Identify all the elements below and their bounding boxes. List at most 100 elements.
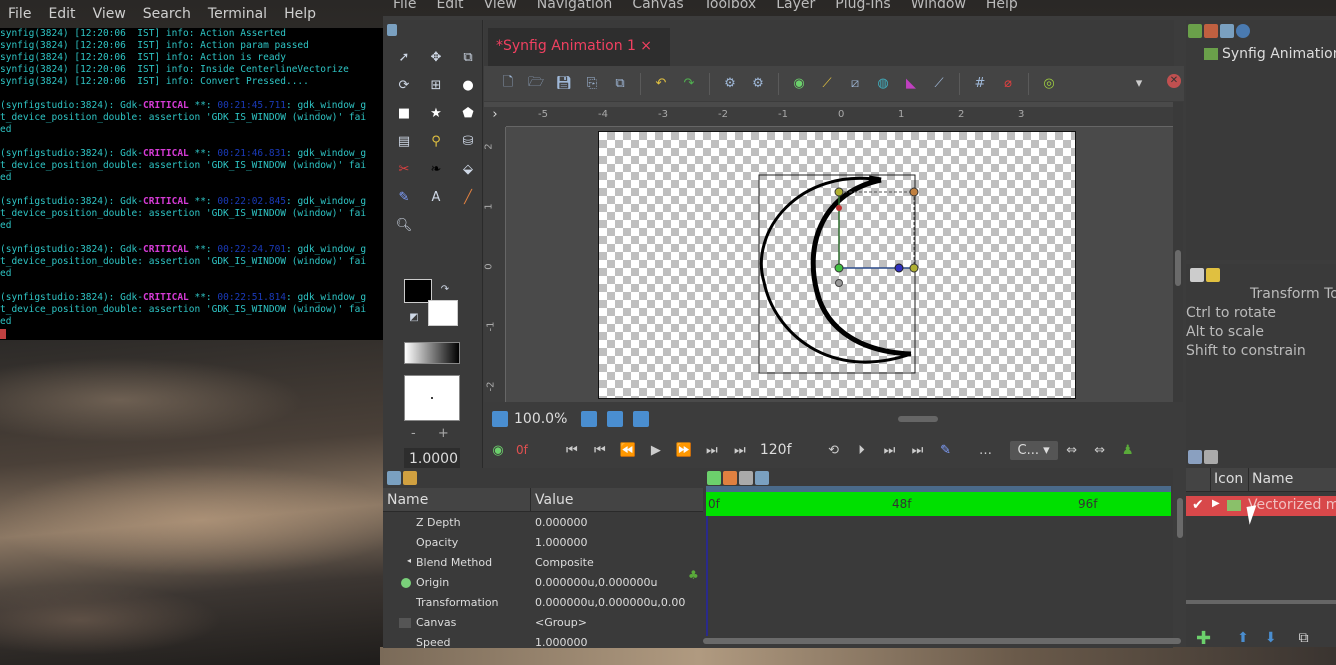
synfig-menu-window[interactable]: Window — [901, 0, 976, 11]
param-row[interactable]: Canvas <Group> — [383, 612, 703, 632]
seek-prev-frame-icon[interactable]: ⏪ — [614, 443, 642, 458]
default-gradient-swatch[interactable] — [404, 342, 460, 364]
timetrack-vertical-scrollbar[interactable] — [1177, 498, 1183, 538]
synfig-menu-layer[interactable]: Layer — [766, 0, 825, 11]
rectangle-tool-icon[interactable]: ■ — [389, 100, 419, 126]
close-document-icon[interactable]: ✕ — [1167, 74, 1181, 88]
layer-expand-icon[interactable]: ▶ — [1212, 498, 1220, 509]
loop-icon[interactable]: ⟲ — [820, 443, 848, 458]
brush-tool-icon[interactable]: ╱ — [453, 184, 483, 210]
synfig-menu-canvas[interactable]: Canvas — [622, 0, 693, 11]
time-cursor[interactable] — [706, 516, 708, 636]
history-icon[interactable] — [1206, 268, 1220, 282]
animation-mode-icon[interactable]: ◉ — [484, 443, 512, 458]
save-icon[interactable]: 💾︎ — [550, 73, 578, 95]
timetrack-horizontal-scrollbar[interactable] — [703, 638, 1181, 644]
sound-icon[interactable] — [755, 471, 769, 485]
draw-tool-icon[interactable]: ✎ — [389, 184, 419, 210]
canvas-workarea[interactable] — [598, 131, 1076, 399]
future-keyframes-lock-icon[interactable]: ⇔ — [1086, 443, 1114, 458]
terminal-menu-edit[interactable]: Edit — [40, 6, 84, 22]
zoom-out-button[interactable] — [492, 411, 508, 427]
synfig-menu-file[interactable]: File — [383, 0, 426, 11]
scale-tool-icon[interactable]: ⧉ — [453, 44, 483, 70]
draw-tool-shortcut-icon[interactable]: ✎ — [932, 443, 960, 458]
add-layer-icon[interactable]: ✚ — [1196, 628, 1211, 649]
toolbox-icon[interactable] — [387, 24, 397, 36]
param-value[interactable]: 1.000000 — [531, 536, 703, 549]
synfig-menu-edit[interactable]: Edit — [426, 0, 473, 11]
synfig-menu-navigation[interactable]: Navigation — [527, 0, 623, 11]
param-value[interactable]: 0.000000u,0.000000u,0.00 — [531, 596, 703, 609]
layer-options-icon[interactable]: ⧉ — [1299, 630, 1309, 646]
seek-end-icon[interactable]: ⏭ — [726, 443, 754, 458]
preview-icon[interactable]: ⚙ — [744, 73, 772, 95]
lower-layer-icon[interactable]: ⬇ — [1265, 630, 1277, 646]
canvas-browser-icon[interactable] — [1188, 24, 1202, 38]
past-keyframes-lock-icon[interactable]: ⇔ — [1058, 443, 1086, 458]
show-width-handles-icon[interactable]: ◣ — [897, 73, 925, 95]
info-icon[interactable] — [1236, 24, 1250, 38]
layers-horizontal-scrollbar[interactable] — [1186, 600, 1336, 604]
circle-tool-icon[interactable]: ● — [453, 72, 483, 98]
params-col-name[interactable]: Name — [383, 488, 531, 511]
param-row[interactable]: ◂ Blend Method Composite — [383, 552, 703, 572]
width-tool-icon[interactable]: ❧ — [421, 156, 451, 182]
polygon-tool-icon[interactable]: ⬟ — [453, 100, 483, 126]
canvas-vertical-scrollbar[interactable] — [1173, 102, 1183, 402]
synfig-menu-view[interactable]: View — [474, 0, 527, 11]
synfig-menu-plugins[interactable]: Plug-Ins — [825, 0, 900, 11]
param-row[interactable]: Opacity 1.000000 — [383, 532, 703, 552]
terminal-menu-search[interactable]: Search — [135, 6, 200, 22]
current-frame-field[interactable]: 0f — [516, 443, 528, 457]
show-tangent-handles-icon[interactable]: ⧄ — [841, 73, 869, 95]
tool-options-icon[interactable] — [1190, 268, 1204, 282]
save-all-icon[interactable]: ⧉ — [606, 73, 634, 95]
compass-icon[interactable] — [1220, 24, 1234, 38]
param-row[interactable]: Z Depth 0.000000 — [383, 512, 703, 532]
swap-colors-icon[interactable]: ↷ — [438, 282, 452, 296]
param-value[interactable]: <Group> — [531, 616, 703, 629]
terminal-menu-terminal[interactable]: Terminal — [200, 6, 276, 22]
seek-prev-keyframe-icon[interactable]: ⏮ — [586, 443, 614, 458]
text-tool-icon[interactable]: A — [421, 184, 451, 210]
sets-icon[interactable] — [1204, 450, 1218, 464]
snap-to-grid-icon[interactable]: ⌀ — [994, 73, 1022, 95]
timetrack-icon[interactable] — [707, 471, 721, 485]
mirror-tool-icon[interactable]: ⊞ — [421, 72, 451, 98]
gradient-tool-icon[interactable]: ▤ — [389, 128, 419, 154]
param-value[interactable]: 0.000000 — [531, 516, 703, 529]
layers-icon[interactable] — [1188, 450, 1202, 464]
curves-icon[interactable] — [723, 471, 737, 485]
layers-col-icon[interactable]: Icon — [1210, 468, 1248, 491]
param-value[interactable]: 1.000000 — [531, 636, 703, 649]
raise-layer-icon[interactable]: ⬆ — [1237, 630, 1249, 646]
params-col-value[interactable]: Value — [531, 488, 577, 511]
terminal-menu-file[interactable]: File — [0, 6, 40, 22]
seek-next-keyframe-icon[interactable]: ⏭ — [698, 443, 726, 458]
show-position-handles-icon[interactable]: ◉ — [785, 73, 813, 95]
canvas-browser-item[interactable]: Synfig Animation — [1204, 46, 1336, 62]
param-value[interactable]: Composite — [531, 556, 703, 569]
layers-col-name[interactable]: Name — [1248, 468, 1296, 491]
new-file-icon[interactable]: 🗋︎ — [494, 73, 522, 95]
param-row[interactable]: Transformation 0.000000u,0.000000u,0.00 — [383, 592, 703, 612]
end-frame-field[interactable]: 120f — [760, 442, 792, 458]
show-radius-handles-icon[interactable]: ◍ — [869, 73, 897, 95]
lower-bound-icon[interactable]: ⏭ — [876, 443, 904, 458]
show-angle-handles-icon[interactable]: ⟋ — [925, 73, 953, 95]
param-row[interactable]: Speed 1.000000 — [383, 632, 703, 652]
param-row[interactable]: Origin 0.000000u,0.000000u — [383, 572, 703, 592]
spline-tool-icon[interactable]: ⚲ — [421, 128, 451, 154]
star-tool-icon[interactable]: ★ — [421, 100, 451, 126]
show-vertex-handles-icon[interactable]: ⟋ — [813, 73, 841, 95]
more-options-icon[interactable]: … — [972, 443, 1000, 458]
open-file-icon[interactable]: 🗁︎ — [522, 73, 550, 95]
smooth-move-tool-icon[interactable]: ✥ — [421, 44, 451, 70]
onion-skin-person-icon[interactable]: ♟ — [1114, 443, 1142, 458]
terminal-menu-help[interactable]: Help — [276, 6, 325, 22]
brush-size-increase-button[interactable]: + — [438, 426, 449, 441]
param-value[interactable]: 0.000000u,0.000000u — [531, 576, 703, 589]
fill-tool-icon[interactable]: ⛁ — [453, 128, 483, 154]
eyedrop-tool-icon[interactable]: ⬙ — [453, 156, 483, 182]
